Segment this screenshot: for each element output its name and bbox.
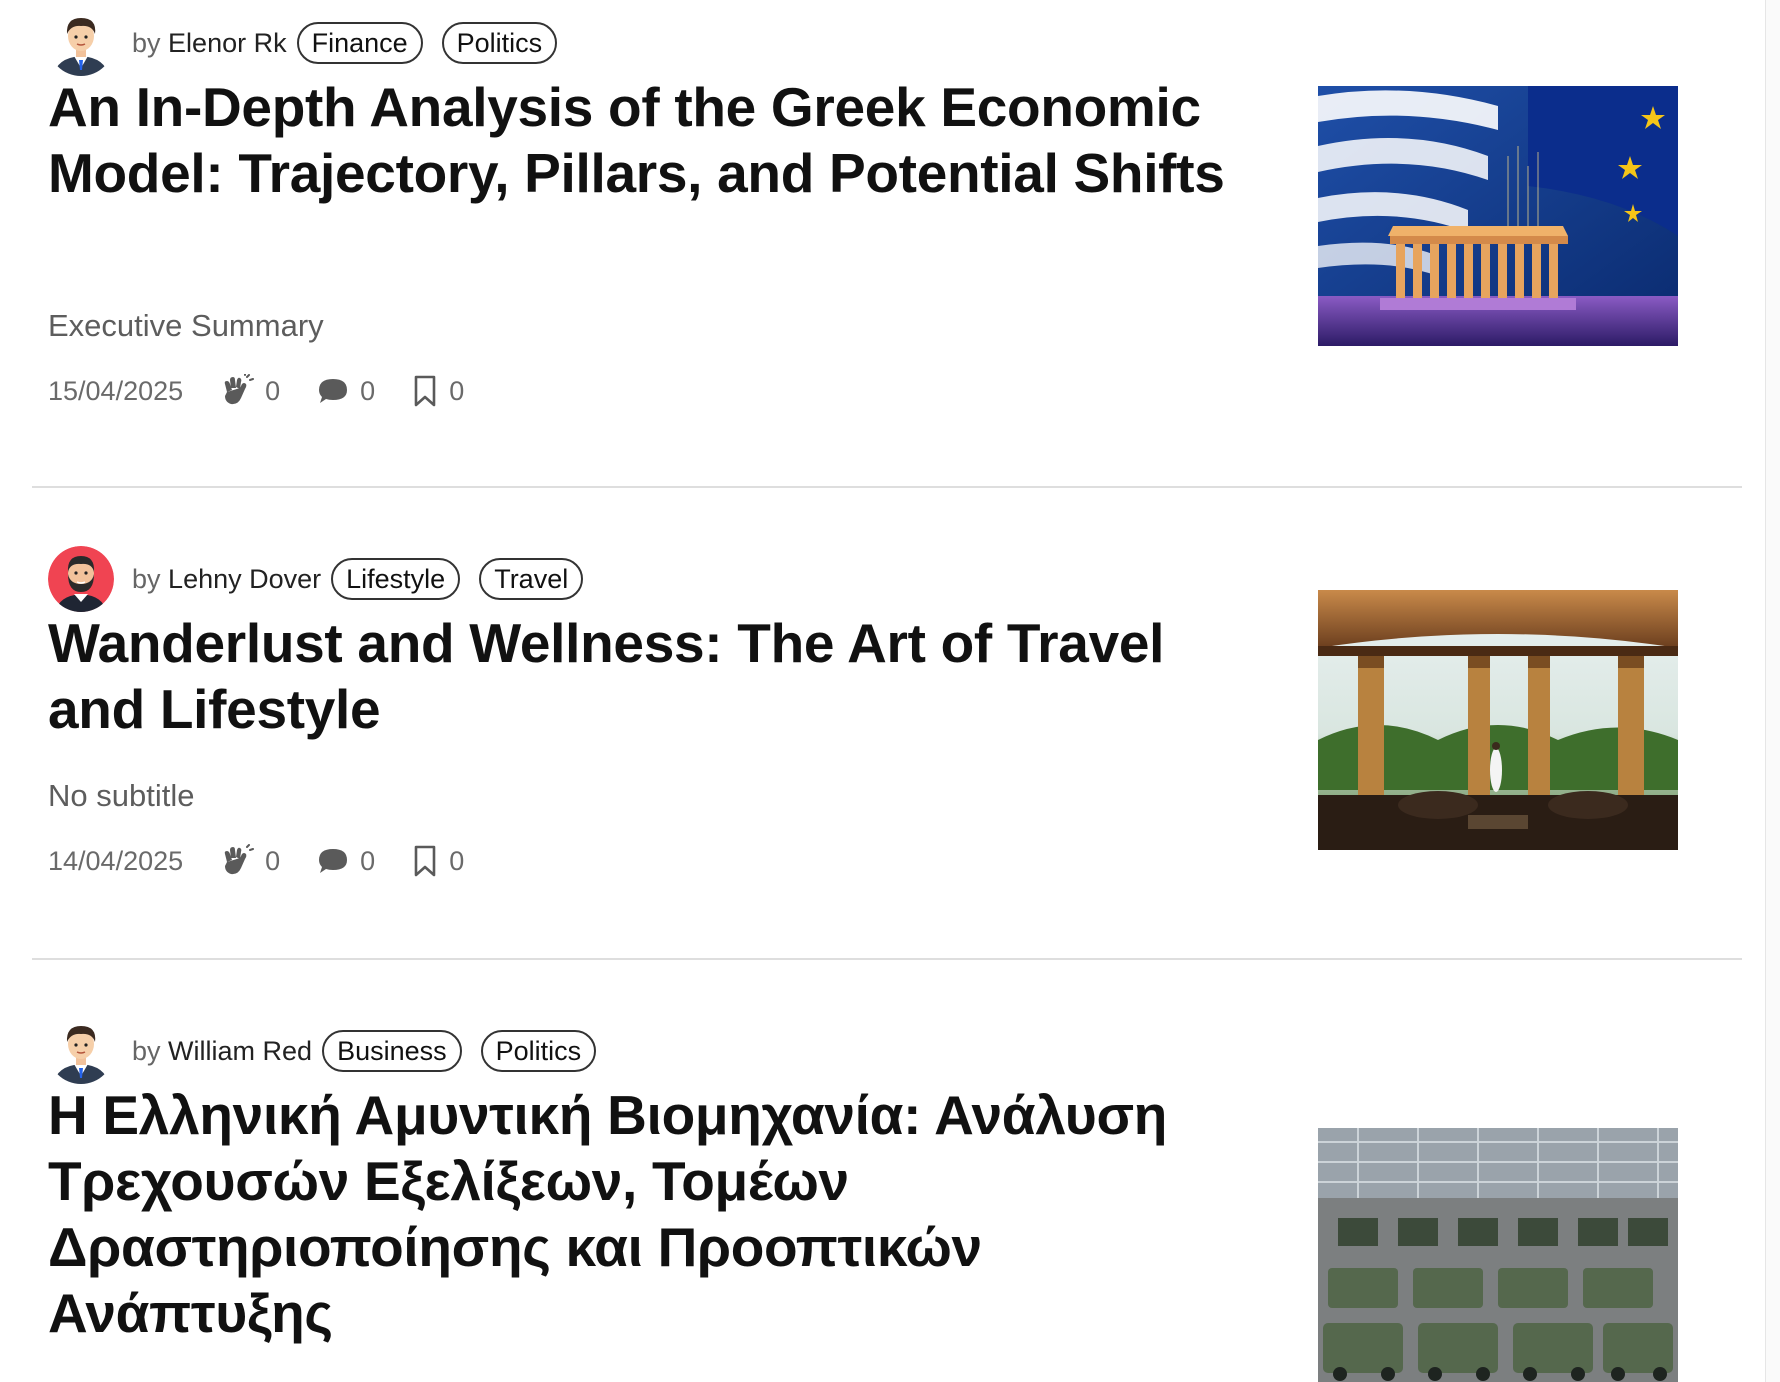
- comment-button[interactable]: 0: [316, 376, 375, 407]
- comment-icon: [319, 849, 348, 873]
- author-avatar[interactable]: [48, 1018, 114, 1084]
- article-stats: 15/04/2025 0 0 0: [48, 374, 500, 408]
- article-title[interactable]: Η Ελληνική Αμυντική Βιομηχανία: Ανάλυση …: [48, 1082, 1248, 1346]
- bookmark-icon: [414, 845, 436, 877]
- article-card[interactable]: by William Red Business Politics Η Ελλην…: [0, 960, 1762, 1382]
- by-label: by: [132, 563, 161, 594]
- article-subtitle: Executive Summary: [48, 308, 324, 343]
- clap-count: 0: [265, 845, 281, 876]
- comment-count: 0: [360, 845, 376, 876]
- article-feed: by Elenor Rk Finance Politics An In-Dept…: [0, 0, 1762, 1382]
- article-meta: by Elenor Rk Finance Politics: [48, 10, 576, 76]
- bookmark-icon: [414, 375, 436, 407]
- comment-icon: [319, 379, 348, 403]
- article-meta: by William Red Business Politics: [48, 1018, 615, 1084]
- clap-button[interactable]: 0: [219, 844, 280, 878]
- tag-travel[interactable]: Travel: [479, 558, 584, 600]
- tag-finance[interactable]: Finance: [296, 22, 423, 64]
- man-avatar-icon: [48, 1018, 114, 1084]
- scrollbar[interactable]: [1765, 0, 1780, 1382]
- article-card[interactable]: by Elenor Rk Finance Politics An In-Dept…: [0, 0, 1762, 488]
- by-label: by: [132, 27, 161, 58]
- author-avatar[interactable]: [48, 10, 114, 76]
- clap-count: 0: [265, 375, 281, 406]
- article-subtitle: No subtitle: [48, 778, 195, 813]
- clap-icon: [224, 374, 255, 405]
- author-byline[interactable]: by Elenor Rk: [132, 28, 287, 59]
- article-thumbnail[interactable]: [1318, 1128, 1678, 1382]
- bookmark-count: 0: [449, 375, 465, 406]
- article-stats: 14/04/2025 0 0 0: [48, 844, 500, 878]
- clap-icon: [224, 844, 255, 875]
- clap-button[interactable]: 0: [219, 374, 280, 408]
- bookmark-button[interactable]: 0: [411, 374, 464, 408]
- by-label: by: [132, 1035, 161, 1066]
- author-name[interactable]: Lehny Dover: [168, 564, 321, 594]
- article-thumbnail[interactable]: [1318, 86, 1678, 346]
- pavilion-view-image: [1318, 590, 1678, 850]
- bookmark-count: 0: [449, 845, 465, 876]
- publish-date: 14/04/2025: [48, 845, 184, 876]
- article-title[interactable]: Wanderlust and Wellness: The Art of Trav…: [48, 610, 1248, 742]
- author-byline[interactable]: by Lehny Dover: [132, 564, 321, 595]
- greek-flag-parthenon-image: [1318, 86, 1678, 346]
- tag-lifestyle[interactable]: Lifestyle: [331, 558, 461, 600]
- author-byline[interactable]: by William Red: [132, 1036, 312, 1067]
- man-avatar-icon: [48, 10, 114, 76]
- comment-button[interactable]: 0: [316, 846, 375, 877]
- author-avatar[interactable]: [48, 546, 114, 612]
- tag-politics[interactable]: Politics: [480, 1030, 597, 1072]
- article-thumbnail[interactable]: [1318, 590, 1678, 850]
- bearded-man-avatar-icon: [48, 546, 114, 612]
- author-name[interactable]: Elenor Rk: [168, 28, 287, 58]
- author-name[interactable]: William Red: [168, 1036, 312, 1066]
- article-card[interactable]: by Lehny Dover Lifestyle Travel Wanderlu…: [0, 488, 1762, 960]
- article-meta: by Lehny Dover Lifestyle Travel: [48, 546, 602, 612]
- military-factory-image: [1318, 1128, 1678, 1382]
- tag-business[interactable]: Business: [322, 1030, 462, 1072]
- comment-count: 0: [360, 375, 376, 406]
- publish-date: 15/04/2025: [48, 375, 184, 406]
- article-title[interactable]: An In-Depth Analysis of the Greek Econom…: [48, 74, 1248, 206]
- tag-politics[interactable]: Politics: [441, 22, 558, 64]
- bookmark-button[interactable]: 0: [411, 844, 464, 878]
